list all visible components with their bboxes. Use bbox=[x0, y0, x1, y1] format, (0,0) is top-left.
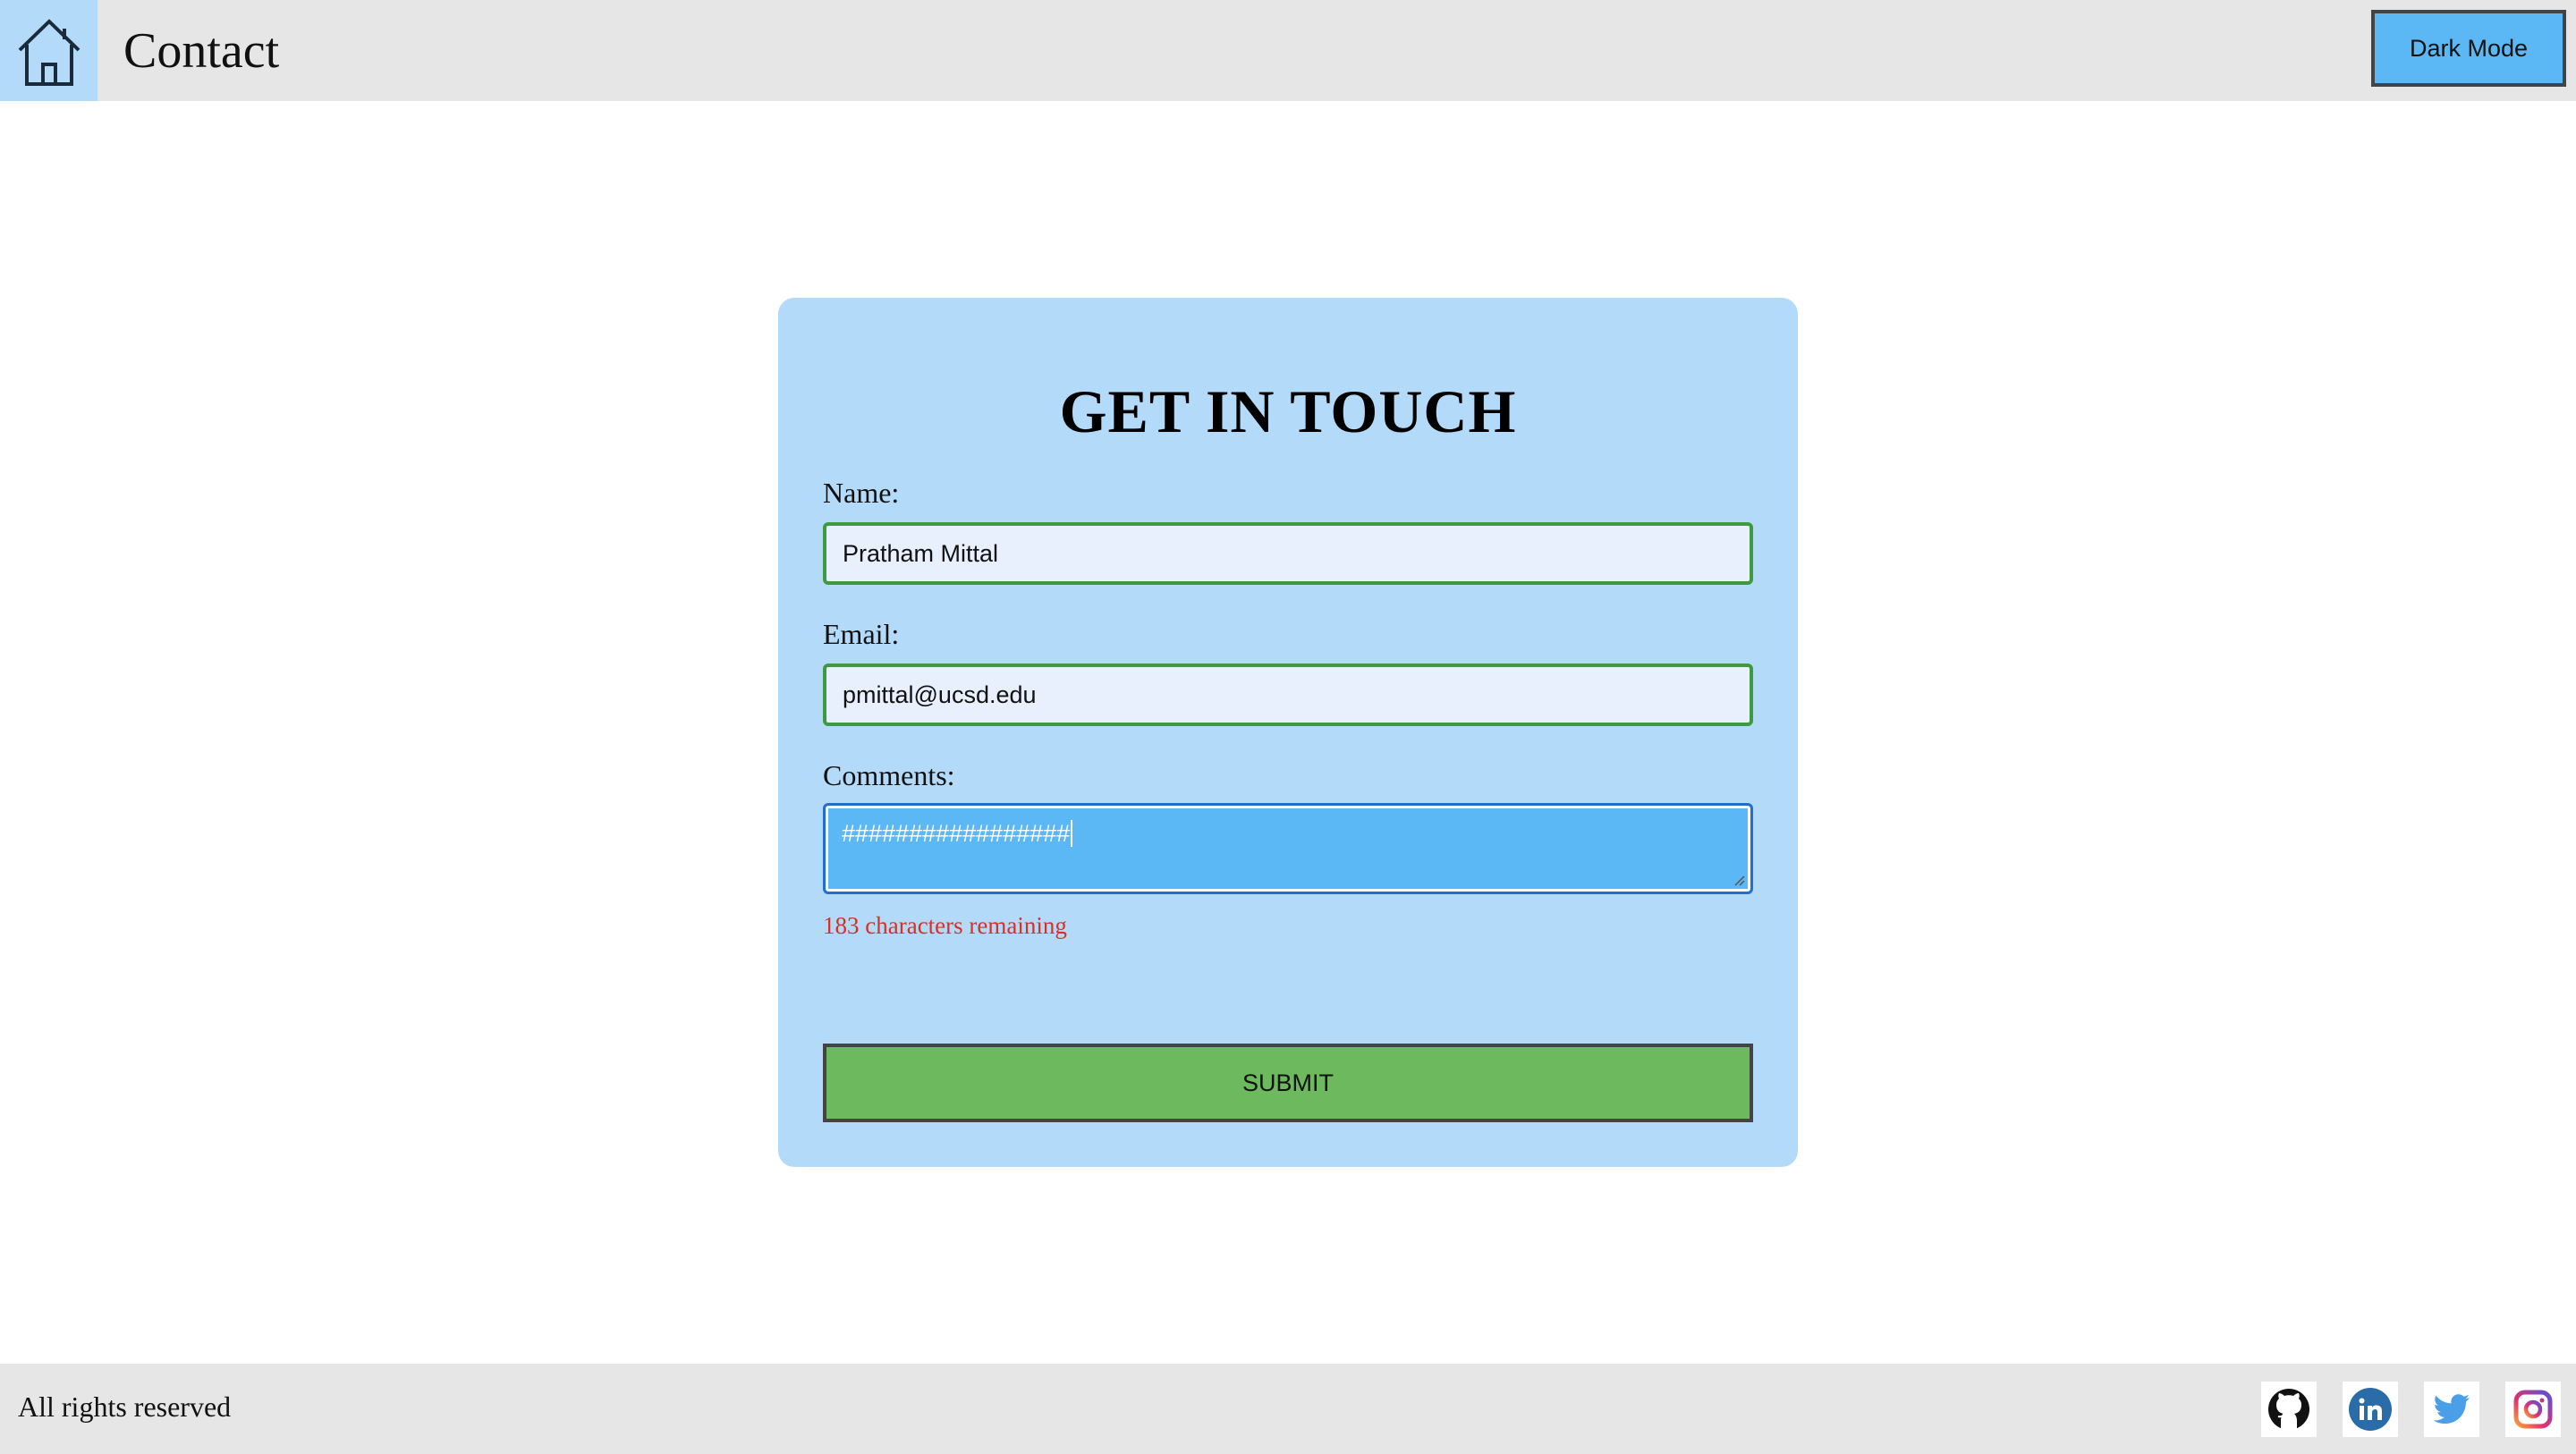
email-input[interactable]: pmittal@ucsd.edu bbox=[823, 664, 1753, 726]
submit-button[interactable]: SUBMIT bbox=[823, 1044, 1753, 1122]
github-link[interactable] bbox=[2261, 1382, 2317, 1437]
home-button[interactable] bbox=[0, 0, 97, 101]
comments-textarea[interactable]: ################# bbox=[823, 803, 1753, 894]
comments-text: ################# bbox=[842, 820, 1071, 847]
characters-remaining: 183 characters remaining bbox=[823, 912, 1067, 939]
name-input[interactable]: Pratham Mittal bbox=[823, 522, 1753, 585]
contact-form-card: GET IN TOUCH Name: Pratham Mittal Email:… bbox=[778, 298, 1798, 1167]
dark-mode-button[interactable]: Dark Mode bbox=[2371, 10, 2566, 87]
page-title: Contact bbox=[123, 22, 280, 79]
name-label: Name: bbox=[823, 477, 900, 509]
top-bar: Contact Dark Mode bbox=[0, 0, 2576, 101]
github-icon bbox=[2268, 1389, 2309, 1430]
text-cursor bbox=[1071, 820, 1073, 847]
instagram-link[interactable] bbox=[2505, 1382, 2561, 1437]
form-title: GET IN TOUCH bbox=[1059, 377, 1517, 445]
twitter-link[interactable] bbox=[2424, 1382, 2479, 1437]
linkedin-link[interactable] bbox=[2343, 1382, 2398, 1437]
footer: All rights reserved bbox=[0, 1364, 2576, 1454]
comments-label: Comments: bbox=[823, 759, 955, 791]
copyright-text: All rights reserved bbox=[18, 1391, 232, 1423]
email-label: Email: bbox=[823, 618, 900, 650]
linkedin-icon bbox=[2349, 1388, 2392, 1431]
home-icon bbox=[18, 18, 80, 86]
resize-grip-icon[interactable] bbox=[1731, 872, 1745, 886]
instagram-icon bbox=[2513, 1390, 2553, 1429]
twitter-icon bbox=[2433, 1394, 2470, 1424]
